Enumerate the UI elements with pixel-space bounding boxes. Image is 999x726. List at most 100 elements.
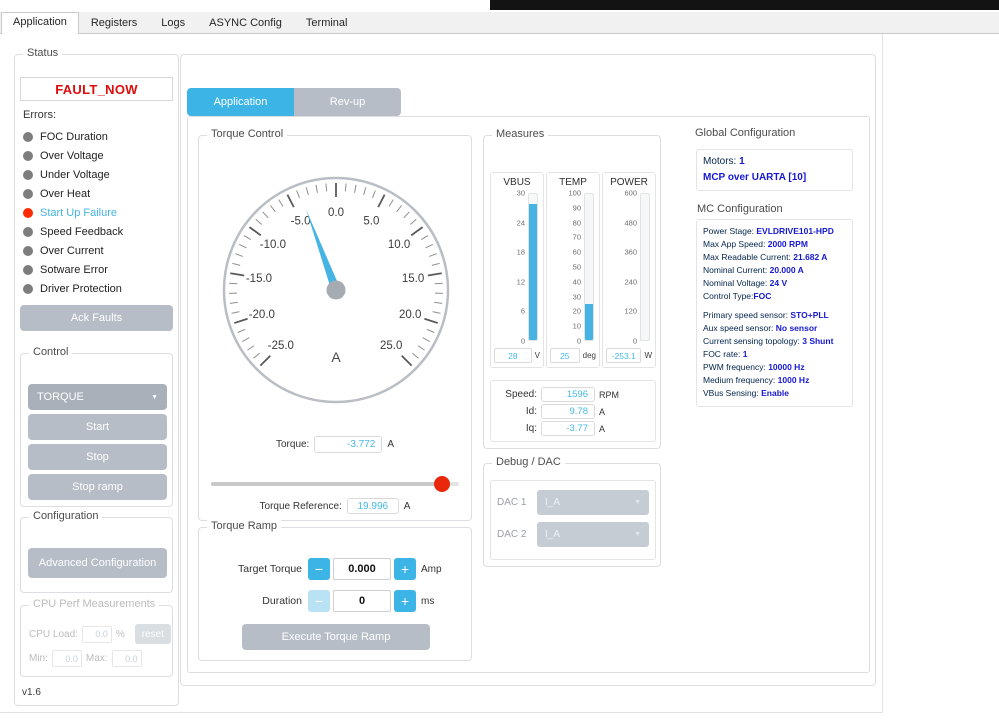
target-torque-decrement-button[interactable]: − bbox=[308, 558, 330, 580]
chevron-down-icon: ▼ bbox=[151, 393, 158, 401]
error-item: Speed Feedback bbox=[23, 222, 174, 241]
svg-text:5.0: 5.0 bbox=[363, 216, 379, 228]
dac1-dropdown[interactable]: I_A ▼ bbox=[537, 489, 649, 515]
error-label: FOC Duration bbox=[40, 130, 108, 143]
power-value: -253.1 bbox=[606, 348, 642, 363]
tab-terminal[interactable]: Terminal bbox=[294, 13, 360, 33]
id-value: 9.78 bbox=[541, 404, 595, 419]
fault-indicator-icon bbox=[23, 207, 33, 218]
global-config-summary: Motors: 1 MCP over UARTA [10] bbox=[696, 149, 853, 191]
target-torque-label: Target Torque bbox=[237, 563, 302, 575]
main-tab-revup[interactable]: Rev-up bbox=[294, 88, 401, 116]
main-tab-application[interactable]: Application bbox=[187, 88, 294, 116]
cpu-load-label: CPU Load: bbox=[29, 628, 78, 640]
cpu-max-label: Max: bbox=[85, 653, 108, 664]
error-item: Over Current bbox=[23, 241, 174, 260]
fault-indicator-icon bbox=[23, 245, 33, 256]
cpu-reset-button[interactable]: reset bbox=[134, 624, 171, 644]
tab-logs[interactable]: Logs bbox=[149, 13, 197, 33]
iq-unit: A bbox=[599, 423, 606, 434]
error-item: Driver Protection bbox=[23, 279, 174, 298]
torque-control-panel: Torque Control -25.0 -20.0 -15.0 -10.0 -5.0 0… bbox=[198, 128, 472, 521]
mc-config-line: Max App Speed: 2000 RPM bbox=[703, 239, 808, 249]
main-panel: Application Rev-up Torque Control -25.0 -… bbox=[180, 54, 876, 686]
error-label: Start Up Failure bbox=[40, 206, 118, 219]
chevron-down-icon: ▼ bbox=[634, 498, 641, 506]
advanced-configuration-button[interactable]: Advanced Configuration bbox=[28, 548, 167, 578]
dac2-dropdown[interactable]: I_A ▼ bbox=[537, 521, 649, 547]
target-torque-input[interactable] bbox=[333, 558, 391, 580]
torque-reference-label: Torque Reference: bbox=[259, 500, 342, 512]
speed-row: Speed: 1596 RPM bbox=[497, 386, 649, 403]
target-torque-increment-button[interactable]: + bbox=[394, 558, 416, 580]
mc-config-line: PWM frequency: 10000 Hz bbox=[703, 362, 805, 372]
cpu-minmax-row: Min: 0.0 Max: 0.0 bbox=[29, 650, 142, 667]
slider-knob[interactable] bbox=[433, 476, 450, 492]
temp-gauge-scale: 100 90 80 70 60 50 40 30 20 10 0 bbox=[568, 188, 581, 346]
dac-selectors: DAC 1 I_A ▼ DAC 2 I_A ▼ bbox=[490, 480, 656, 560]
debug-dac-title: Debug / DAC bbox=[492, 456, 565, 468]
torque-value: -3.772 bbox=[314, 436, 383, 453]
power-gauge-scale: 600 480 360 240 120 0 bbox=[624, 188, 637, 346]
start-button[interactable]: Start bbox=[28, 414, 167, 440]
configuration-panel: Configuration Advanced Configuration bbox=[20, 510, 173, 593]
duration-input[interactable] bbox=[333, 590, 391, 612]
temp-unit: deg bbox=[582, 351, 596, 360]
vbus-value: 28 bbox=[494, 348, 532, 363]
mc-config-line: Nominal Current: 20.000 A bbox=[703, 265, 804, 275]
duration-increment-button[interactable]: + bbox=[394, 590, 416, 612]
torque-ramp-title: Torque Ramp bbox=[207, 520, 282, 532]
cpu-min-value: 0.0 bbox=[51, 650, 82, 667]
svg-text:-25.0: -25.0 bbox=[268, 340, 294, 352]
top-tab-bar: Application Registers Logs ASYNC Config … bbox=[0, 12, 999, 34]
error-item: FOC Duration bbox=[23, 127, 174, 146]
torque-reference-value: 19.996 bbox=[346, 498, 399, 514]
torque-reference-slider[interactable] bbox=[211, 476, 459, 492]
vbus-gauge-title: VBUS bbox=[503, 177, 531, 188]
cpu-load-row: CPU Load: 0.0 % reset bbox=[29, 624, 171, 644]
ack-faults-button[interactable]: Ack Faults bbox=[20, 305, 173, 331]
dac2-row: DAC 2 I_A ▼ bbox=[497, 520, 649, 548]
iq-value: -3.77 bbox=[541, 421, 595, 436]
vbus-gauge-scale: 30 24 18 12 6 0 bbox=[516, 188, 525, 346]
error-item: Over Heat bbox=[23, 184, 174, 203]
error-item: Over Voltage bbox=[23, 146, 174, 165]
error-label: Over Current bbox=[40, 244, 104, 257]
svg-text:-5.0: -5.0 bbox=[291, 216, 311, 228]
measures-title: Measures bbox=[492, 128, 549, 140]
torque-ramp-panel: Torque Ramp Target Torque − + Amp Durati… bbox=[198, 520, 472, 661]
temp-gauge-title: TEMP bbox=[559, 177, 587, 188]
fault-indicator-icon bbox=[23, 264, 33, 275]
motors-value: 1 bbox=[739, 156, 745, 167]
torque-control-title: Torque Control bbox=[207, 128, 288, 140]
mc-config-line: Medium frequency: 1000 Hz bbox=[703, 375, 810, 385]
control-panel: Control TORQUE ▼ Start Stop Stop ramp bbox=[20, 346, 173, 507]
stop-ramp-button[interactable]: Stop ramp bbox=[28, 474, 167, 500]
mc-config-list: Power Stage: EVLDRIVE101-HPD Max App Spee… bbox=[696, 219, 853, 407]
mode-dropdown[interactable]: TORQUE ▼ bbox=[28, 384, 167, 410]
stop-button[interactable]: Stop bbox=[28, 444, 167, 470]
power-gauge-title: POWER bbox=[610, 177, 648, 188]
error-label: Over Voltage bbox=[40, 149, 104, 162]
speed-unit: RPM bbox=[599, 389, 619, 400]
svg-text:20.0: 20.0 bbox=[399, 309, 421, 321]
tab-application[interactable]: Application bbox=[1, 12, 79, 34]
duration-decrement-button[interactable]: − bbox=[308, 590, 330, 612]
torque-reference-row: Torque Reference: 19.996 A bbox=[199, 498, 471, 514]
tab-async-config[interactable]: ASYNC Config bbox=[197, 13, 294, 33]
speed-readouts: Speed: 1596 RPM Id: 9.78 A Iq: -3.77 A bbox=[490, 380, 656, 442]
tab-registers[interactable]: Registers bbox=[79, 13, 149, 33]
power-unit: W bbox=[644, 351, 652, 360]
dac1-dropdown-value: I_A bbox=[545, 496, 561, 508]
id-row: Id: 9.78 A bbox=[497, 403, 649, 420]
mode-dropdown-value: TORQUE bbox=[37, 391, 84, 403]
temp-gauge: TEMP 100 90 80 70 60 50 40 30 20 10 0 25 deg bbox=[546, 172, 600, 368]
mc-config-line: Current sensing topology: 3 Shunt bbox=[703, 336, 834, 346]
global-configuration-title: Global Configuration bbox=[691, 127, 800, 139]
id-unit: A bbox=[599, 406, 606, 417]
error-item: Under Voltage bbox=[23, 165, 174, 184]
execute-torque-ramp-button[interactable]: Execute Torque Ramp bbox=[242, 624, 430, 650]
fault-banner: FAULT_NOW bbox=[20, 77, 173, 101]
svg-text:-20.0: -20.0 bbox=[249, 309, 275, 321]
global-configuration-panel: Global Configuration Motors: 1 MCP over … bbox=[691, 127, 859, 413]
